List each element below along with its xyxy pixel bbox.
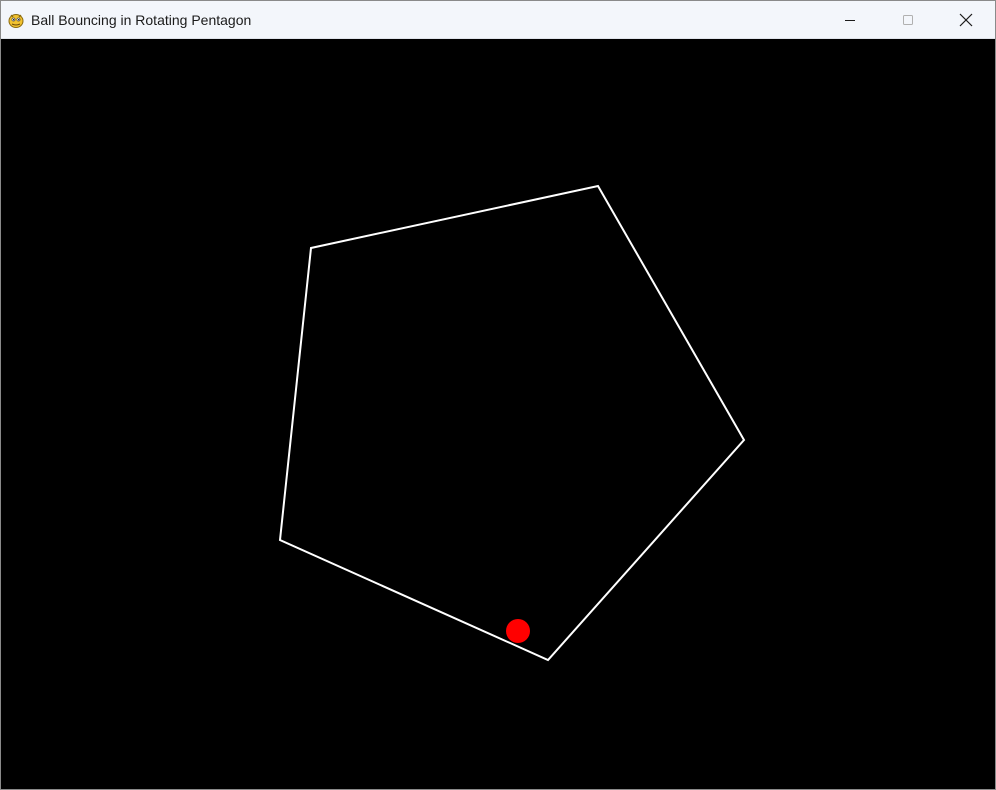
minimize-icon (845, 20, 855, 21)
minimize-button[interactable] (821, 1, 879, 39)
maximize-button[interactable] (879, 1, 937, 39)
close-icon (959, 13, 973, 27)
pygame-snake-icon (8, 14, 24, 28)
game-canvas (1, 39, 995, 789)
canvas-background (1, 39, 995, 789)
close-button[interactable] (937, 1, 995, 39)
app-window: Ball Bouncing in Rotating Pentagon (0, 0, 996, 790)
maximize-icon (903, 15, 913, 25)
title-bar[interactable]: Ball Bouncing in Rotating Pentagon (1, 1, 995, 39)
window-title: Ball Bouncing in Rotating Pentagon (31, 12, 252, 28)
bouncing-ball (506, 619, 530, 643)
